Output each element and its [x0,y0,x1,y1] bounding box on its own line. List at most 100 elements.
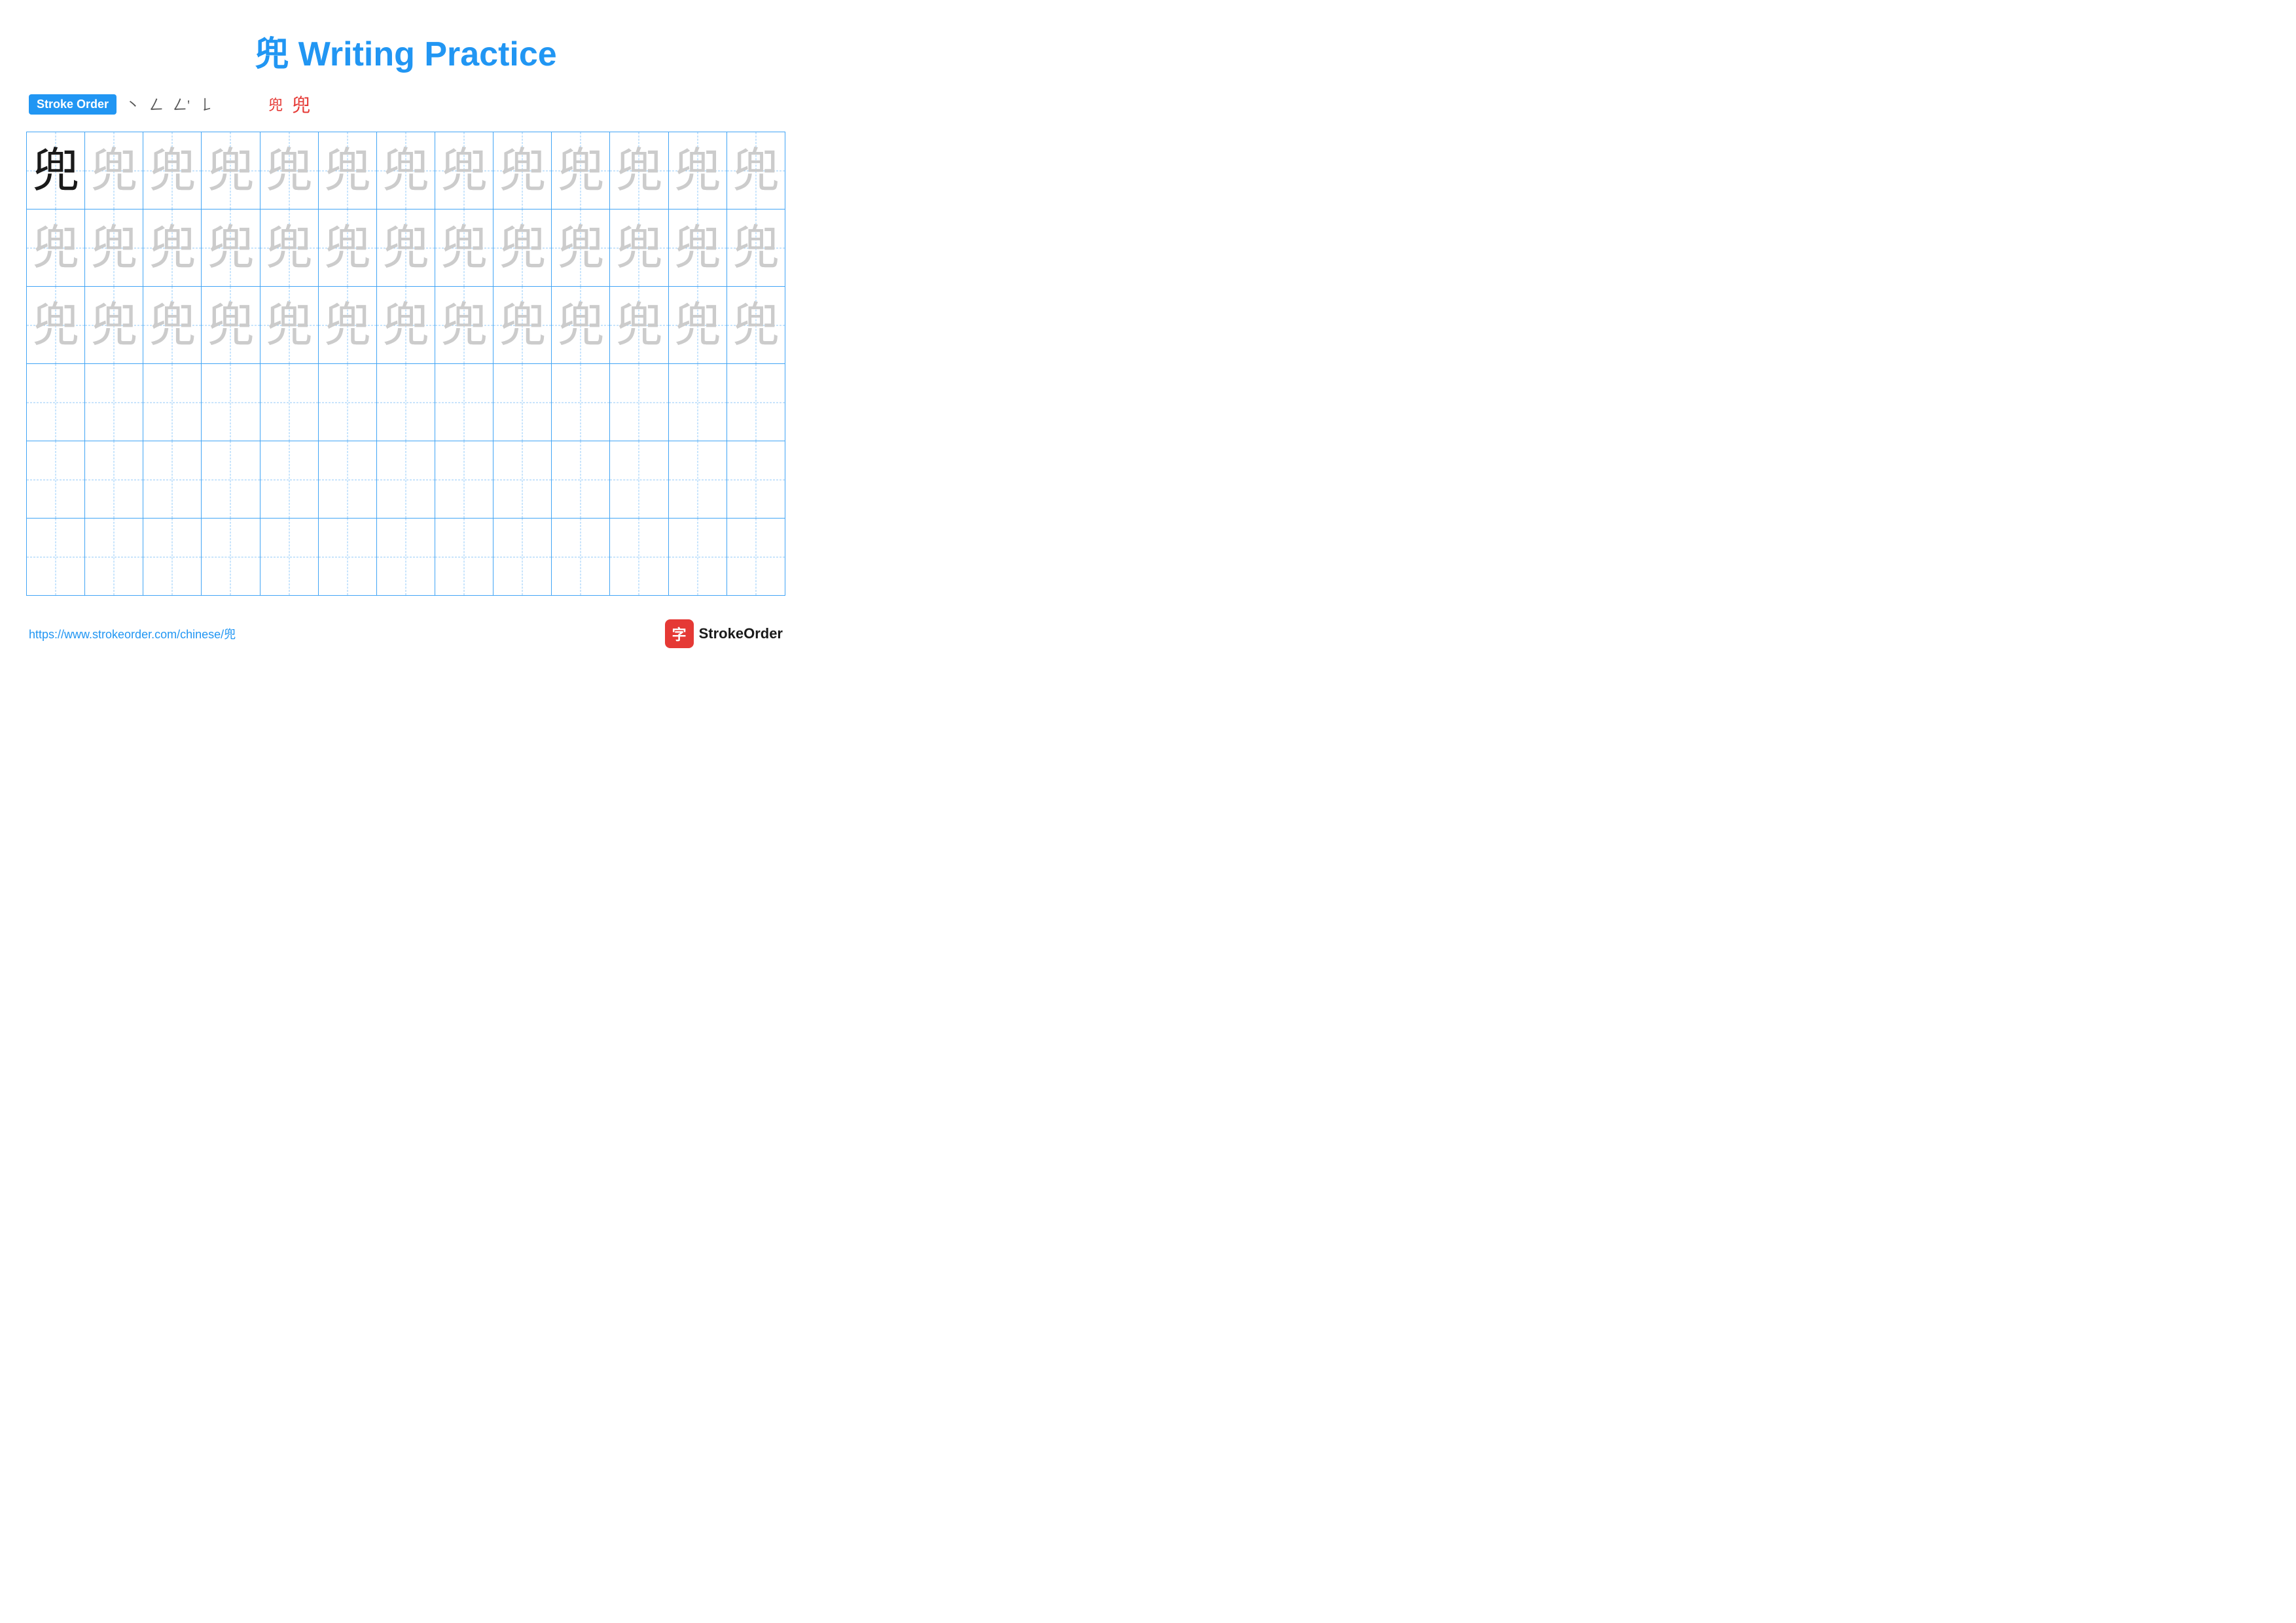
grid-cell-empty[interactable] [260,441,318,519]
grid-cell[interactable]: 兜 [202,287,260,364]
char-light: 兜 [382,299,429,352]
grid-cell[interactable]: 兜 [260,287,318,364]
grid-cell[interactable]: 兜 [435,132,493,210]
grid-cell[interactable]: 兜 [726,132,785,210]
grid-cell-empty[interactable] [726,364,785,441]
grid-cell[interactable]: 兜 [202,132,260,210]
grid-cell-empty[interactable] [27,441,85,519]
grid-cell[interactable]: 兜 [27,210,85,287]
grid-cell-empty[interactable] [668,519,726,596]
grid-cell[interactable]: 兜 [435,210,493,287]
grid-cell[interactable]: 兜 [143,132,202,210]
grid-cell-empty[interactable] [143,364,202,441]
grid-cell[interactable]: 兜 [610,132,668,210]
grid-cell-empty[interactable] [610,441,668,519]
stroke-step-11: 兜 [292,91,310,117]
grid-cell-empty[interactable] [552,519,610,596]
grid-cell-empty[interactable] [610,519,668,596]
grid-cell[interactable]: 兜 [318,287,376,364]
grid-cell[interactable]: 兜 [376,287,435,364]
grid-cell-empty[interactable] [27,364,85,441]
grid-cell-empty[interactable] [202,519,260,596]
grid-cell-empty[interactable] [143,441,202,519]
grid-cell[interactable]: 兜 [376,132,435,210]
table-row [27,519,785,596]
grid-cell-empty[interactable] [435,441,493,519]
grid-cell[interactable]: 兜 [318,132,376,210]
grid-cell[interactable]: 兜 [435,287,493,364]
footer-url[interactable]: https://www.strokeorder.com/chinese/兜 [29,625,236,642]
grid-cell[interactable]: 兜 [726,210,785,287]
grid-cell-empty[interactable] [610,364,668,441]
grid-cell-empty[interactable] [726,519,785,596]
char-light: 兜 [324,145,371,197]
grid-cell[interactable]: 兜 [668,210,726,287]
char-light: 兜 [732,145,780,197]
grid-cell[interactable]: 兜 [726,287,785,364]
grid-cell-empty[interactable] [493,519,552,596]
grid-cell-empty[interactable] [85,519,143,596]
stroke-order-badge: Stroke Order [29,94,117,115]
grid-cell-empty[interactable] [318,441,376,519]
grid-cell[interactable]: 兜 [318,210,376,287]
grid-cell-empty[interactable] [668,441,726,519]
grid-cell[interactable]: 兜 [552,287,610,364]
grid-cell[interactable]: 兜 [610,210,668,287]
grid-cell[interactable]: 兜 [552,132,610,210]
char-light: 兜 [440,145,488,197]
grid-cell[interactable]: 兜 [143,287,202,364]
grid-cell[interactable]: 兜 [143,210,202,287]
grid-cell-empty[interactable] [493,364,552,441]
grid-cell-empty[interactable] [143,519,202,596]
char-light: 兜 [149,299,196,352]
table-row: 兜 兜 兜 兜 兜 兜 兜 兜 兜 兜 兜 兜 兜 [27,132,785,210]
grid-cell-empty[interactable] [85,364,143,441]
grid-cell-empty[interactable] [202,441,260,519]
page-title: 兜 Writing Practice [26,20,785,75]
grid-cell-empty[interactable] [668,364,726,441]
char-light: 兜 [557,145,604,197]
grid-cell[interactable]: 兜 [610,287,668,364]
grid-cell-model: 兜 [27,132,85,210]
grid-cell[interactable]: 兜 [493,287,552,364]
grid-cell-empty[interactable] [552,441,610,519]
grid-cell[interactable]: 兜 [552,210,610,287]
table-row [27,364,785,441]
grid-cell-empty[interactable] [27,519,85,596]
grid-cell-empty[interactable] [85,441,143,519]
char-light: 兜 [732,222,780,274]
grid-cell[interactable]: 兜 [493,210,552,287]
char-light: 兜 [32,299,79,352]
grid-cell-empty[interactable] [318,364,376,441]
grid-cell[interactable]: 兜 [85,132,143,210]
grid-cell[interactable]: 兜 [668,132,726,210]
grid-cell-empty[interactable] [318,519,376,596]
grid-cell[interactable]: 兜 [376,210,435,287]
grid-cell[interactable]: 兜 [260,132,318,210]
grid-cell-empty[interactable] [376,441,435,519]
grid-cell-empty[interactable] [552,364,610,441]
grid-cell[interactable]: 兜 [260,210,318,287]
footer: https://www.strokeorder.com/chinese/兜 字 … [26,619,785,648]
char-light: 兜 [382,222,429,274]
grid-cell-empty[interactable] [376,519,435,596]
grid-cell-empty[interactable] [202,364,260,441]
char-light: 兜 [499,222,546,274]
char-light: 兜 [90,222,137,274]
grid-cell[interactable]: 兜 [493,132,552,210]
grid-cell-empty[interactable] [435,519,493,596]
grid-cell-empty[interactable] [260,364,318,441]
grid-cell-empty[interactable] [376,364,435,441]
char-light: 兜 [149,145,196,197]
grid-cell-empty[interactable] [493,441,552,519]
grid-cell-empty[interactable] [726,441,785,519]
grid-cell[interactable]: 兜 [85,210,143,287]
char-light: 兜 [324,222,371,274]
grid-cell-empty[interactable] [260,519,318,596]
grid-cell[interactable]: 兜 [85,287,143,364]
grid-cell-empty[interactable] [435,364,493,441]
grid-cell[interactable]: 兜 [668,287,726,364]
grid-cell[interactable]: 兜 [202,210,260,287]
grid-cell[interactable]: 兜 [27,287,85,364]
logo-icon: 字 [665,619,694,648]
